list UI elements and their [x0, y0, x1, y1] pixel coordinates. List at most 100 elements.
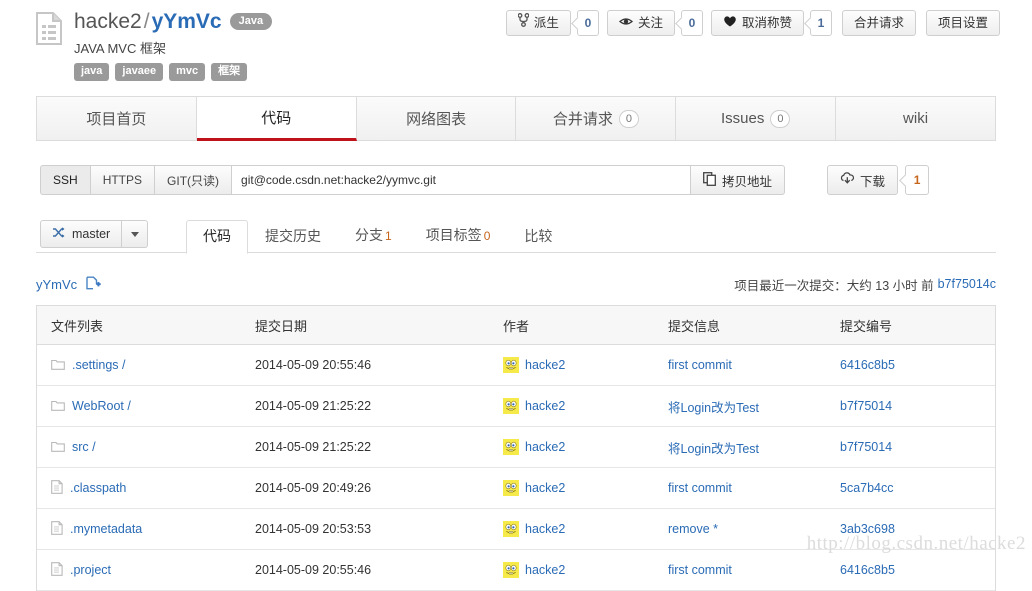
file-name-link[interactable]: src /: [72, 440, 96, 454]
author-link[interactable]: hacke2: [525, 563, 565, 577]
table-row[interactable]: src / 2014-05-09 21:25:22 hacke2 将Login改…: [37, 427, 995, 468]
tab-merge-requests[interactable]: 合并请求 0: [516, 97, 677, 140]
commit-message-link[interactable]: first commit: [668, 358, 840, 372]
clone-protocol-ssh[interactable]: SSH: [40, 165, 90, 195]
file-list-table: 文件列表 提交日期 作者 提交信息 提交编号 .settings / 2014-…: [36, 305, 996, 591]
file-name-link[interactable]: .mymetadata: [70, 522, 142, 536]
star-count[interactable]: 1: [809, 10, 832, 36]
watch-button[interactable]: 关注: [606, 10, 675, 36]
clone-protocol-git[interactable]: GIT(只读): [154, 165, 232, 195]
commit-sha-link[interactable]: b7f75014: [840, 399, 990, 413]
branch-name: master: [72, 227, 111, 241]
download-button[interactable]: 下载: [827, 165, 899, 195]
table-row[interactable]: .settings / 2014-05-09 20:55:46 hacke2 f…: [37, 345, 995, 386]
table-header-row: 文件列表 提交日期 作者 提交信息 提交编号: [37, 306, 995, 345]
language-badge: Java: [229, 13, 273, 30]
file-name-cell: WebRoot /: [37, 399, 255, 414]
author-link[interactable]: hacke2: [525, 399, 565, 413]
branch-selector[interactable]: master: [40, 220, 149, 248]
branch-dropdown-toggle[interactable]: [122, 220, 149, 248]
branch-selector-main[interactable]: master: [40, 220, 123, 248]
page-root: hacke2/yYmVc Java JAVA MVC 框架 java javaee…: [0, 0, 1032, 591]
commit-date: 2014-05-09 20:53:53: [255, 522, 372, 536]
subtab-tags[interactable]: 项目标签 0: [409, 220, 508, 253]
copy-address-button[interactable]: 拷贝地址: [691, 165, 786, 195]
commit-sha-link[interactable]: 5ca7b4cc: [840, 481, 990, 495]
tab-issues[interactable]: Issues 0: [676, 97, 837, 140]
table-row[interactable]: .mymetadata 2014-05-09 20:53:53 hacke2 r…: [37, 509, 995, 550]
subtab-commit-history[interactable]: 提交历史: [248, 221, 338, 253]
last-commit-sha[interactable]: b7f75014c: [938, 277, 996, 291]
repo-path-separator: /: [143, 10, 150, 33]
repo-tag[interactable]: javaee: [115, 63, 164, 81]
subtab-compare[interactable]: 比较: [507, 221, 569, 253]
tab-overview[interactable]: 项目首页: [37, 97, 197, 140]
tab-label: wiki: [903, 110, 929, 127]
commit-sha-link[interactable]: 6416c8b5: [840, 563, 990, 577]
unstar-label: 取消称赞: [741, 16, 792, 30]
author-link[interactable]: hacke2: [525, 358, 565, 372]
repo-name-link[interactable]: yYmVc: [152, 10, 222, 33]
commit-sha-link[interactable]: b7f75014: [840, 440, 990, 454]
tab-network-graph[interactable]: 网络图表: [357, 97, 517, 140]
commit-message-link[interactable]: 将Login改为Test: [668, 438, 840, 457]
folder-icon: [51, 399, 65, 414]
commit-message-link[interactable]: first commit: [668, 481, 840, 495]
subtab-label: 项目标签: [425, 227, 482, 243]
author-cell: hacke2: [503, 439, 668, 455]
table-row[interactable]: .project 2014-05-09 20:55:46 hacke2 firs…: [37, 550, 995, 591]
tab-wiki[interactable]: wiki: [836, 97, 995, 140]
clone-url-input[interactable]: git@code.csdn.net:hacke2/yymvc.git: [231, 165, 692, 195]
watch-count[interactable]: 0: [680, 10, 703, 36]
author-cell: hacke2: [503, 480, 668, 496]
repo-tag[interactable]: java: [74, 63, 110, 81]
table-row[interactable]: .classpath 2014-05-09 20:49:26 hacke2 fi…: [37, 468, 995, 509]
unstar-button[interactable]: 取消称赞: [710, 10, 804, 36]
subtab-label: 分支: [355, 227, 383, 243]
fork-button[interactable]: 派生: [505, 10, 571, 36]
table-row[interactable]: WebRoot / 2014-05-09 21:25:22 hacke2 将Lo…: [37, 386, 995, 427]
file-name-link[interactable]: .project: [70, 563, 111, 577]
tab-count-badge: 0: [618, 109, 639, 128]
download-count[interactable]: 1: [905, 165, 930, 195]
subtab-branches[interactable]: 分支 1: [338, 220, 409, 253]
repo-tag[interactable]: mvc: [169, 63, 206, 81]
last-commit-info: 项目最近一次提交：大约 13 小时 前 b7f75014c: [734, 275, 996, 294]
column-header-date: 提交日期: [255, 318, 308, 334]
file-name-link[interactable]: WebRoot /: [72, 399, 131, 413]
file-name-link[interactable]: .classpath: [70, 481, 126, 495]
project-settings-button[interactable]: 项目设置: [925, 10, 1000, 36]
subtab-code[interactable]: 代码: [186, 220, 248, 254]
merge-request-button[interactable]: 合并请求: [841, 10, 916, 36]
folder-icon: [51, 358, 65, 373]
author-link[interactable]: hacke2: [525, 481, 565, 495]
commit-sha-link[interactable]: 3ab3c698: [840, 522, 990, 536]
author-cell: hacke2: [503, 398, 668, 414]
commit-message-link[interactable]: first commit: [668, 563, 840, 577]
commit-message-link[interactable]: 将Login改为Test: [668, 397, 840, 416]
file-name-link[interactable]: .settings /: [72, 358, 126, 372]
tab-label: 项目首页: [86, 111, 147, 128]
subtab-count: 1: [385, 229, 392, 243]
avatar: [503, 521, 519, 537]
repo-tag[interactable]: 框架: [211, 63, 248, 81]
fork-count[interactable]: 0: [576, 10, 599, 36]
repo-owner-link[interactable]: hacke2: [74, 10, 142, 33]
clone-protocol-https[interactable]: HTTPS: [89, 165, 155, 195]
avatar: [503, 562, 519, 578]
column-header-message: 提交信息: [668, 318, 721, 334]
author-link[interactable]: hacke2: [525, 440, 565, 454]
heart-icon: [723, 11, 737, 35]
commit-message-link[interactable]: remove *: [668, 522, 840, 536]
tab-code[interactable]: 代码: [196, 97, 357, 141]
breadcrumb-root-link[interactable]: yYmVc: [36, 277, 77, 292]
commit-date: 2014-05-09 20:55:46: [255, 358, 372, 372]
avatar: [503, 357, 519, 373]
new-file-icon[interactable]: [86, 275, 101, 294]
repository-header: hacke2/yYmVc Java JAVA MVC 框架 java javaee…: [0, 0, 1032, 92]
author-link[interactable]: hacke2: [525, 522, 565, 536]
file-icon: [51, 561, 63, 579]
commit-sha-link[interactable]: 6416c8b5: [840, 358, 990, 372]
subtab-count: 0: [483, 229, 491, 243]
branch-icon: [52, 227, 65, 241]
